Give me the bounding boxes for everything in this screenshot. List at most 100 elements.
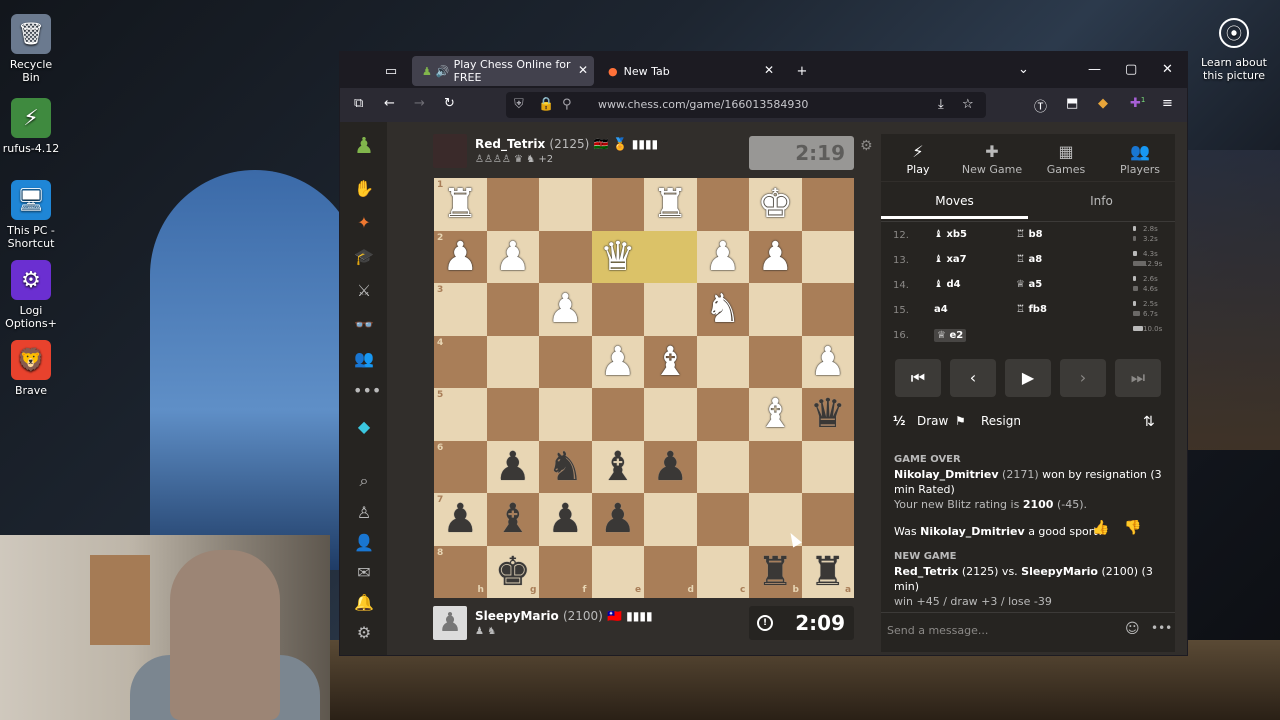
- square-c7[interactable]: [696, 493, 749, 546]
- square-d7[interactable]: [644, 493, 697, 546]
- search-icon[interactable]: ⌕: [353, 470, 375, 492]
- thumbs-down-icon[interactable]: 👎: [1124, 521, 1141, 536]
- url-bar[interactable]: ⛨ 🔒 ⚲ www.chess.com/game/166013584930 ⤓ …: [506, 92, 986, 118]
- square-c1[interactable]: [696, 178, 749, 231]
- black-piece-g7[interactable]: ♝: [487, 493, 540, 546]
- square-g4[interactable]: [486, 335, 539, 388]
- board-settings-icon[interactable]: ⚙: [860, 138, 873, 154]
- square-b3[interactable]: [749, 283, 802, 336]
- white-move[interactable]: ♝ xb5: [934, 229, 967, 240]
- panel-nav-players[interactable]: 👥 Players: [1103, 142, 1177, 176]
- more-icon[interactable]: •••: [353, 380, 381, 402]
- play-button[interactable]: ▶: [1005, 359, 1051, 397]
- messages-icon[interactable]: ✉: [353, 562, 375, 584]
- square-e3[interactable]: [591, 283, 644, 336]
- desktop-icon[interactable]: ⚡ rufus-4.12: [0, 98, 62, 155]
- minimize-icon[interactable]: —: [1088, 62, 1101, 77]
- black-move[interactable]: ♖ a8: [1016, 254, 1042, 265]
- save-page-icon[interactable]: ⤓: [938, 97, 944, 112]
- close-tab-icon[interactable]: ✕: [578, 63, 588, 77]
- white-piece-f3[interactable]: ♟: [539, 283, 592, 336]
- desktop-icon[interactable]: 🦁 Brave: [0, 340, 62, 397]
- tab-info[interactable]: Info: [1028, 194, 1175, 208]
- black-move[interactable]: ♖ b8: [1016, 229, 1043, 240]
- bookmark-star-icon[interactable]: ☆: [962, 97, 974, 112]
- black-piece-b8[interactable]: ♜: [749, 546, 802, 599]
- avatar[interactable]: ♟: [433, 606, 467, 640]
- white-move[interactable]: a4: [934, 304, 948, 315]
- square-b6[interactable]: [749, 440, 802, 493]
- white-piece-e4[interactable]: ♟: [592, 336, 645, 389]
- tab-list-icon[interactable]: ⌄: [1018, 62, 1029, 77]
- white-piece-d1[interactable]: ♜: [644, 178, 697, 231]
- square-d2[interactable]: [644, 230, 697, 283]
- white-piece-d4[interactable]: ♝: [644, 336, 697, 389]
- black-piece-d6[interactable]: ♟: [644, 441, 697, 494]
- extension-fox-icon[interactable]: ◆: [1098, 96, 1108, 111]
- next-move-button[interactable]: ›: [1060, 359, 1106, 397]
- avatar[interactable]: [433, 134, 467, 168]
- square-a7[interactable]: [801, 493, 854, 546]
- flip-board-icon[interactable]: ⇅: [1143, 414, 1155, 430]
- white-piece-b2[interactable]: ♟: [749, 231, 802, 284]
- last-move-button[interactable]: ⏭: [1115, 359, 1161, 397]
- black-piece-a5[interactable]: ♛: [802, 388, 855, 441]
- sidebar-icon[interactable]: ⧉: [354, 96, 363, 111]
- black-piece-e7[interactable]: ♟: [592, 493, 645, 546]
- news-icon[interactable]: 👓: [353, 314, 375, 336]
- black-piece-f7[interactable]: ♟: [539, 493, 592, 546]
- chat-input[interactable]: Send a message...: [887, 624, 988, 637]
- square-a2[interactable]: [801, 230, 854, 283]
- new-tab-icon[interactable]: +: [791, 60, 813, 82]
- square-g3[interactable]: [486, 283, 539, 336]
- panel-nav-new-game[interactable]: ✚ New Game: [955, 142, 1029, 176]
- close-tab-icon[interactable]: ✕: [764, 63, 774, 77]
- white-piece-h2[interactable]: ♟: [434, 231, 487, 284]
- tab-moves[interactable]: Moves: [881, 194, 1028, 219]
- extension-puzzle-icon[interactable]: ✚1: [1130, 96, 1145, 111]
- square-c6[interactable]: [696, 440, 749, 493]
- resign-button[interactable]: Resign: [981, 414, 1021, 428]
- tab-chess[interactable]: ♟ 🔊 Play Chess Online for FREE ✕: [412, 56, 594, 86]
- black-move[interactable]: ♖ fb8: [1016, 304, 1047, 315]
- black-piece-f6[interactable]: ♞: [539, 441, 592, 494]
- menu-icon[interactable]: ≡: [1162, 96, 1173, 111]
- thumbs-up-icon[interactable]: 👍: [1092, 521, 1109, 536]
- white-piece-b1[interactable]: ♚: [749, 178, 802, 231]
- shield-icon[interactable]: ⛨: [514, 97, 524, 112]
- square-e1[interactable]: [591, 178, 644, 231]
- emoji-icon[interactable]: ☺: [1125, 621, 1140, 637]
- friends-icon[interactable]: 👤: [353, 532, 375, 554]
- extensions-icon[interactable]: ⬒: [1066, 96, 1078, 111]
- white-piece-c3[interactable]: ♞: [697, 283, 750, 336]
- square-a3[interactable]: [801, 283, 854, 336]
- white-move[interactable]: ♕ e2: [934, 329, 967, 342]
- white-piece-g2[interactable]: ♟: [487, 231, 540, 284]
- chat-box[interactable]: Send a message... ☺ •••: [881, 612, 1175, 646]
- black-piece-e6[interactable]: ♝: [592, 441, 645, 494]
- tab-new-tab[interactable]: ● New Tab ✕: [598, 56, 780, 86]
- first-move-button[interactable]: ⏮: [895, 359, 941, 397]
- white-piece-a4[interactable]: ♟: [802, 336, 855, 389]
- panel-nav-games[interactable]: ▦ Games: [1029, 142, 1103, 176]
- square-c4[interactable]: [696, 335, 749, 388]
- black-piece-g6[interactable]: ♟: [487, 441, 540, 494]
- square-d3[interactable]: [644, 283, 697, 336]
- desktop-icon[interactable]: ⚙ Logi Options+: [0, 260, 62, 330]
- white-move[interactable]: ♝ xa7: [934, 254, 967, 265]
- diamond-icon[interactable]: ◆: [353, 416, 375, 438]
- square-g5[interactable]: [486, 388, 539, 441]
- white-piece-h1[interactable]: ♜: [434, 178, 487, 231]
- social-icon[interactable]: 👥: [353, 348, 375, 370]
- square-f5[interactable]: [539, 388, 592, 441]
- tab-overview-icon[interactable]: ▭: [380, 60, 402, 82]
- black-piece-h7[interactable]: ♟: [434, 493, 487, 546]
- lock-icon[interactable]: 🔒: [538, 97, 554, 112]
- speaker-icon[interactable]: 🔊: [436, 65, 450, 78]
- square-b4[interactable]: [749, 335, 802, 388]
- chess-logo-icon[interactable]: ♟: [353, 136, 375, 158]
- square-f1[interactable]: [539, 178, 592, 231]
- puzzles-icon[interactable]: ✦: [353, 212, 375, 234]
- black-piece-g8[interactable]: ♚: [487, 546, 540, 599]
- more-options-icon[interactable]: •••: [1151, 621, 1172, 635]
